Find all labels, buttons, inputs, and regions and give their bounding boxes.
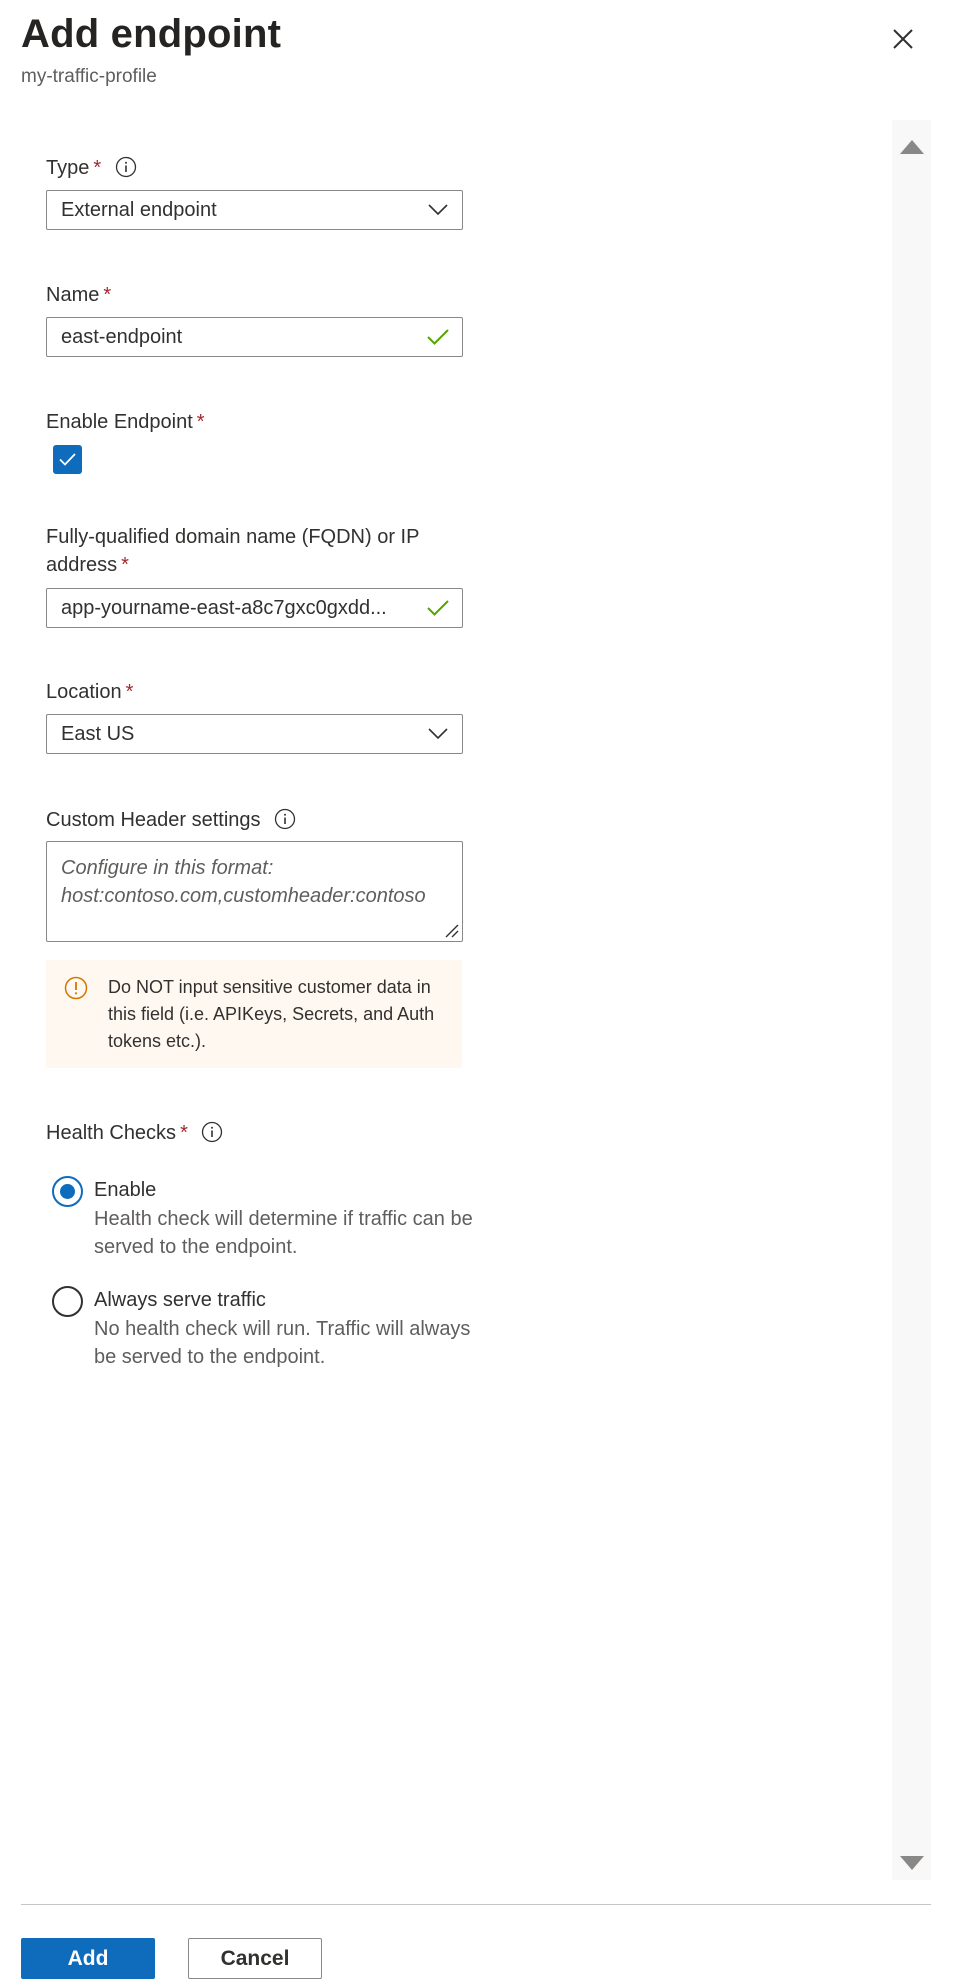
custom-header-placeholder-line1: Configure in this format: [61,857,274,879]
vertical-scrollbar[interactable] [892,120,931,1880]
radio-button-always-serve[interactable] [52,1286,83,1317]
checkmark-valid-icon [427,329,449,345]
info-icon[interactable] [115,156,137,178]
name-input-value: east-endpoint [61,325,183,348]
custom-header-label: Custom Header settings [46,806,296,834]
type-label-text: Type [46,157,90,179]
health-checks-label-text: Health Checks [46,1122,177,1144]
radio-description-enable: Health check will determine if traffic c… [94,1208,473,1258]
location-label: Location * [46,678,133,706]
fqdn-input[interactable]: app-yourname-east-a8c7gxc0gxdd... [46,588,463,628]
checkmark-valid-icon [427,600,449,616]
fqdn-input-value: app-yourname-east-a8c7gxc0gxdd... [61,596,387,619]
location-dropdown[interactable]: East US [46,714,463,754]
custom-header-label-text: Custom Header settings [46,809,261,831]
required-marker: * [103,284,112,306]
cancel-button[interactable]: Cancel [188,1938,322,1979]
add-button[interactable]: Add [21,1938,155,1979]
enable-endpoint-checkbox[interactable] [53,445,82,474]
type-label: Type * [46,154,137,182]
custom-header-textarea[interactable]: Configure in this format: host:contoso.c… [46,841,463,942]
panel-title: Add endpoint [21,12,282,56]
resize-handle-icon[interactable] [443,922,459,938]
type-dropdown[interactable]: External endpoint [46,190,463,230]
scroll-down-arrow-icon[interactable] [900,1856,924,1870]
fqdn-label-text: Fully-qualified domain name (FQDN) or IP… [46,526,420,576]
enable-endpoint-label-text: Enable Endpoint [46,411,193,433]
radio-title-always-serve: Always serve traffic [94,1289,266,1311]
info-icon[interactable] [274,808,296,830]
custom-header-placeholder-line2: host:contoso.com,customheader:contoso [61,885,426,907]
required-marker: * [125,681,134,703]
name-input[interactable]: east-endpoint [46,317,463,357]
sensitive-data-warning: Do NOT input sensitive customer data in … [46,960,462,1068]
required-marker: * [180,1122,188,1144]
warning-info-icon [64,976,88,1000]
health-checks-label: Health Checks * [46,1119,223,1147]
add-endpoint-panel: Add endpoint my-traffic-profile Type * Ex… [0,0,959,1987]
enable-endpoint-label: Enable Endpoint * [46,408,205,436]
radio-selected-dot [60,1184,75,1199]
fqdn-label: Fully-qualified domain name (FQDN) or IP… [46,523,466,579]
warning-text: Do NOT input sensitive customer data in … [108,977,435,1051]
location-label-text: Location [46,681,122,703]
footer-divider [21,1904,931,1905]
panel-subtitle: my-traffic-profile [21,66,157,87]
required-marker: * [93,157,102,179]
type-dropdown-value: External endpoint [61,198,217,221]
required-marker: * [196,411,205,433]
checkmark-icon [59,453,76,466]
radio-button-enable[interactable] [52,1176,83,1207]
close-button[interactable] [886,22,920,56]
radio-title-enable: Enable [94,1179,157,1201]
info-icon[interactable] [201,1121,223,1143]
location-dropdown-value: East US [61,722,135,745]
close-icon [893,29,913,49]
radio-description-always-serve: No health check will run. Traffic will a… [94,1318,471,1368]
name-label-text: Name [46,284,100,306]
chevron-down-icon [428,728,448,740]
name-label: Name * [46,281,111,309]
chevron-down-icon [428,204,448,216]
scroll-up-arrow-icon[interactable] [900,140,924,154]
required-marker: * [121,554,129,576]
